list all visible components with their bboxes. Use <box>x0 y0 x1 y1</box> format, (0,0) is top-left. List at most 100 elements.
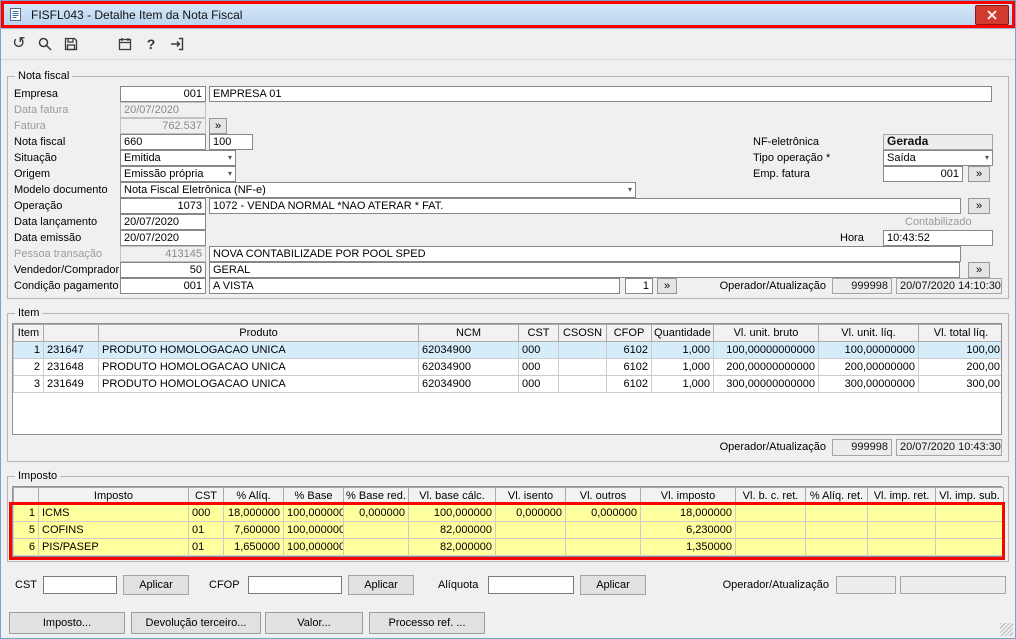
table-cell[interactable]: 000 <box>518 341 559 359</box>
tipo-operacao-select[interactable]: Saída ▾ <box>883 150 993 166</box>
table-cell[interactable] <box>867 504 936 522</box>
table-cell[interactable]: 000 <box>518 375 559 393</box>
table-cell[interactable]: 82,000000 <box>408 521 496 539</box>
table-row[interactable]: 2 231648 PRODUTO HOMOLOGACAO UNICA 62034900… <box>13 358 1001 376</box>
exit-button[interactable] <box>164 31 190 57</box>
table-cell[interactable]: 000 <box>188 504 224 522</box>
table-cell[interactable]: 300,00000000000 <box>713 375 819 393</box>
data-emissao-field[interactable]: 20/07/2020 <box>120 230 206 246</box>
table-cell[interactable]: 3 <box>13 375 44 393</box>
table-cell[interactable]: 300,00000000 <box>818 375 919 393</box>
table-cell[interactable]: PIS/PASEP <box>38 538 189 556</box>
table-cell[interactable]: ICMS <box>38 504 189 522</box>
table-cell[interactable]: 62034900 <box>418 375 519 393</box>
hora-field[interactable]: 10:43:52 <box>883 230 993 246</box>
column-header[interactable]: % Base <box>283 487 344 505</box>
help-button[interactable]: ? <box>138 31 164 57</box>
table-cell[interactable]: 100,00000000 <box>818 341 919 359</box>
table-cell[interactable]: 5 <box>13 521 39 539</box>
table-cell[interactable] <box>343 521 409 539</box>
table-cell[interactable] <box>558 375 607 393</box>
table-cell[interactable] <box>558 341 607 359</box>
nota-numero-field[interactable]: 660 <box>120 134 206 150</box>
calendar-button[interactable] <box>112 31 138 57</box>
table-cell[interactable] <box>867 538 936 556</box>
cfop-apply-button[interactable]: Aplicar <box>348 575 414 595</box>
table-cell[interactable]: 100,00 <box>918 341 1001 359</box>
cfop-input[interactable] <box>248 576 342 594</box>
vendedor-lookup-button[interactable]: » <box>968 262 990 278</box>
table-cell[interactable] <box>343 538 409 556</box>
column-header[interactable]: CST <box>518 324 559 342</box>
column-header[interactable]: CSOSN <box>558 324 607 342</box>
table-cell[interactable]: 100,000000 <box>283 521 344 539</box>
column-header[interactable]: Vl. imp. sub. <box>935 487 1004 505</box>
table-cell[interactable]: 1,650000 <box>223 538 284 556</box>
operacao-code-field[interactable]: 1073 <box>120 198 206 214</box>
table-cell[interactable]: 62034900 <box>418 341 519 359</box>
title-bar[interactable]: FISFL043 - Detalhe Item da Nota Fiscal <box>1 1 1015 29</box>
table-cell[interactable] <box>805 538 868 556</box>
condicao-code-field[interactable]: 001 <box>120 278 206 294</box>
table-cell[interactable]: 6 <box>13 538 39 556</box>
empresa-code-field[interactable]: 001 <box>120 86 206 102</box>
table-cell[interactable]: 000 <box>518 358 559 376</box>
aliquota-input[interactable] <box>488 576 574 594</box>
table-cell[interactable] <box>565 521 641 539</box>
table-cell[interactable] <box>935 504 1004 522</box>
column-header[interactable]: Quantidade <box>651 324 714 342</box>
table-cell[interactable]: 01 <box>188 521 224 539</box>
column-header[interactable]: CST <box>188 487 224 505</box>
modelo-documento-select[interactable]: Nota Fiscal Eletrônica (NF-e) ▾ <box>120 182 636 198</box>
vendedor-code-field[interactable]: 50 <box>120 262 206 278</box>
column-header[interactable]: Vl. base cálc. <box>408 487 496 505</box>
devolucao-terceiro-button[interactable]: Devolução terceiro... <box>131 612 261 634</box>
column-header[interactable]: Item <box>13 324 44 342</box>
table-cell[interactable]: 200,00000000000 <box>713 358 819 376</box>
table-cell[interactable] <box>805 521 868 539</box>
table-cell[interactable]: 01 <box>188 538 224 556</box>
origem-select[interactable]: Emissão própria ▾ <box>120 166 236 182</box>
data-lancamento-field[interactable]: 20/07/2020 <box>120 214 206 230</box>
column-header[interactable]: Vl. unit. bruto <box>713 324 819 342</box>
table-cell[interactable]: PRODUTO HOMOLOGACAO UNICA <box>98 341 419 359</box>
table-cell[interactable]: 100,000000 <box>408 504 496 522</box>
undo-button[interactable]: ↺ <box>6 31 32 57</box>
table-cell[interactable]: 100,000000 <box>283 504 344 522</box>
column-header[interactable]: CFOP <box>606 324 652 342</box>
table-cell[interactable]: 7,600000 <box>223 521 284 539</box>
table-cell[interactable]: 200,00 <box>918 358 1001 376</box>
table-cell[interactable]: 18,000000 <box>223 504 284 522</box>
column-header[interactable]: % Alíq. <box>223 487 284 505</box>
table-cell[interactable] <box>935 538 1004 556</box>
table-cell[interactable]: 100,000000 <box>283 538 344 556</box>
table-cell[interactable]: 6,230000 <box>640 521 736 539</box>
emp-fatura-lookup-button[interactable]: » <box>968 166 990 182</box>
resize-grip[interactable] <box>1000 623 1013 636</box>
table-cell[interactable] <box>935 521 1004 539</box>
table-cell[interactable]: 1 <box>13 504 39 522</box>
column-header[interactable]: Vl. unit. líq. <box>818 324 919 342</box>
table-cell[interactable]: 1,000 <box>651 375 714 393</box>
table-cell[interactable]: 1,000 <box>651 358 714 376</box>
save-button[interactable] <box>58 31 84 57</box>
table-cell[interactable]: 6102 <box>606 358 652 376</box>
table-cell[interactable]: 1,000 <box>651 341 714 359</box>
column-header[interactable]: Vl. imposto <box>640 487 736 505</box>
table-row[interactable]: 3 231649 PRODUTO HOMOLOGACAO UNICA 62034900… <box>13 375 1001 393</box>
table-row[interactable]: 6 PIS/PASEP 01 1,650000 100,000000 82,000000 1… <box>13 538 1004 556</box>
table-row[interactable]: 1 231647 PRODUTO HOMOLOGACAO UNICA 62034900… <box>13 341 1001 359</box>
table-cell[interactable] <box>495 538 566 556</box>
column-header[interactable]: % Alíq. ret. <box>805 487 868 505</box>
table-cell[interactable]: 231648 <box>43 358 99 376</box>
table-cell[interactable] <box>735 538 806 556</box>
table-cell[interactable]: 0,000000 <box>495 504 566 522</box>
table-cell[interactable] <box>805 504 868 522</box>
column-header[interactable] <box>13 487 39 505</box>
table-cell[interactable]: COFINS <box>38 521 189 539</box>
table-cell[interactable]: 100,00000000000 <box>713 341 819 359</box>
nota-serie-field[interactable]: 100 <box>209 134 253 150</box>
table-cell[interactable]: 1 <box>13 341 44 359</box>
emp-fatura-field[interactable]: 001 <box>883 166 963 182</box>
parcela-field[interactable]: 1 <box>625 278 653 294</box>
